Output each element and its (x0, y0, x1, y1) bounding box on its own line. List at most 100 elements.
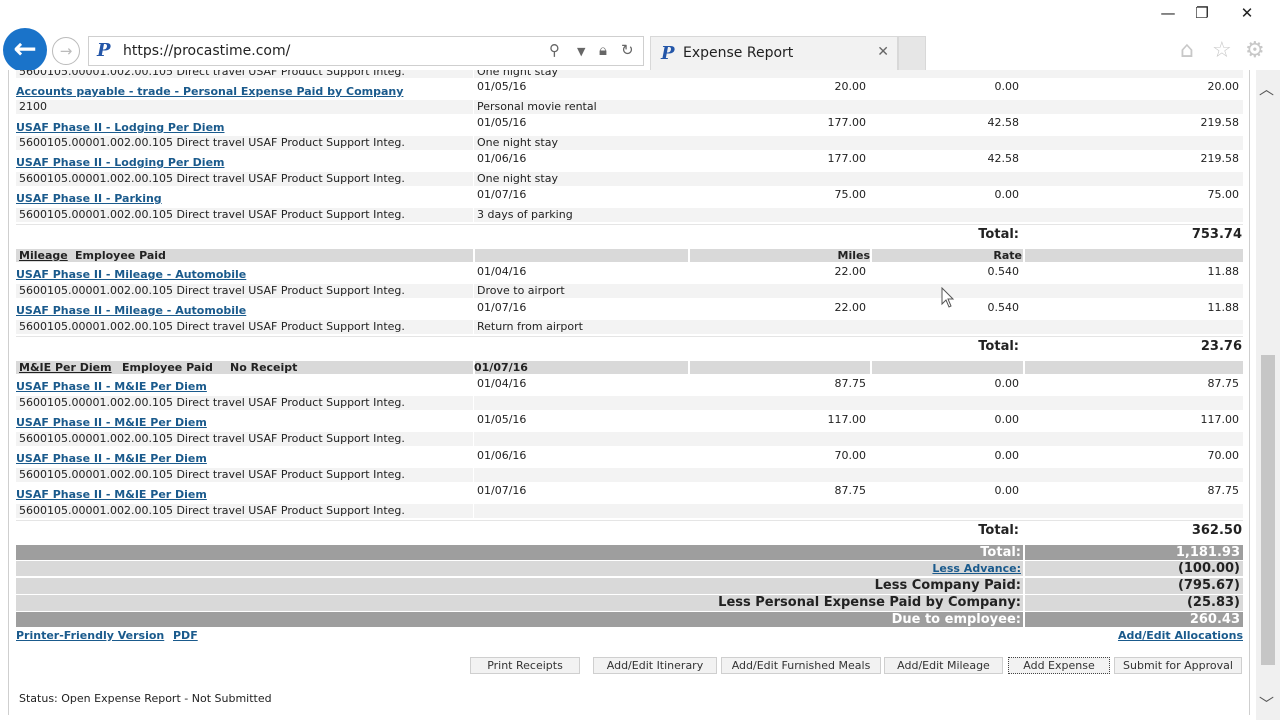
expense-tax: 0.00 (994, 449, 1020, 462)
expense-amount: 177.00 (827, 116, 867, 129)
summary-personal-row: Less Personal Expense Paid by Company: (… (16, 595, 1243, 611)
pdf-link[interactable]: PDF (173, 629, 198, 642)
section-payment-type: Employee Paid (75, 249, 166, 262)
printer-friendly-link[interactable]: Printer-Friendly Version (16, 629, 164, 642)
report-status-text: Status: Open Expense Report - Not Submit… (19, 692, 272, 705)
page-left-border (8, 70, 9, 715)
expense-amount: 87.75 (834, 484, 867, 497)
scroll-down-icon[interactable]: ﹀ (1259, 693, 1274, 714)
vertical-scrollbar[interactable]: ︿ ﹀ (1256, 70, 1280, 720)
section-receipt-status: No Receipt (230, 361, 298, 374)
total-value: 753.74 (1191, 227, 1242, 242)
table-row: 5600105.00001.002.00.105 Direct travel U… (16, 432, 1243, 446)
address-url[interactable]: https://procastime.com/ (123, 43, 290, 59)
print-receipts-button[interactable]: Print Receipts (470, 657, 580, 674)
add-edit-itinerary-button[interactable]: Add/Edit Itinerary (593, 657, 717, 674)
browser-chrome: — ❐ ✕ ← → P https://procastime.com/ ⚲ ▼ … (0, 0, 1280, 72)
section-payment-type: Employee Paid (122, 361, 213, 374)
expense-total: 11.88 (1207, 265, 1240, 278)
refresh-icon[interactable]: ↻ (621, 41, 634, 59)
expense-title-link[interactable]: USAF Phase II - Mileage - Automobile (16, 268, 246, 281)
maximize-icon[interactable]: ❐ (1189, 2, 1215, 24)
table-row: USAF Phase II - M&IE Per Diem 01/07/16 8… (16, 484, 1243, 503)
new-tab-button[interactable] (898, 36, 926, 70)
summary-due-row: Due to employee: 260.43 (16, 612, 1243, 627)
less-advance-link[interactable]: Less Advance: (932, 562, 1021, 575)
total-value: 362.50 (1191, 523, 1242, 538)
expense-title-link[interactable]: USAF Phase II - Mileage - Automobile (16, 304, 246, 317)
mileage-rate: 0.540 (987, 265, 1020, 278)
add-edit-mileage-button[interactable]: Add/Edit Mileage (884, 657, 1003, 674)
tab-title: Expense Report (683, 45, 794, 61)
forward-button[interactable]: → (52, 37, 80, 65)
list-item: 5600105.00001.002.00.105 Direct travel U… (16, 70, 1243, 78)
dropdown-arrow-icon[interactable]: ▼ (577, 45, 585, 58)
expense-title-link[interactable]: USAF Phase II - M&IE Per Diem (16, 452, 207, 465)
expense-tax: 0.00 (994, 188, 1020, 201)
expense-title-link[interactable]: USAF Phase II - M&IE Per Diem (16, 488, 207, 501)
table-row: USAF Phase II - Lodging Per Diem 01/06/1… (16, 152, 1243, 172)
expense-description: One night stay (477, 70, 558, 78)
add-edit-allocations-link[interactable]: Add/Edit Allocations (1118, 629, 1243, 642)
close-window-icon[interactable]: ✕ (1220, 2, 1274, 24)
expense-account: 5600105.00001.002.00.105 Direct travel U… (19, 432, 405, 445)
scroll-thumb[interactable] (1261, 355, 1275, 665)
expense-title-link[interactable]: USAF Phase II - Lodging Per Diem (16, 121, 225, 134)
expense-total: 117.00 (1200, 413, 1240, 426)
tab-close-icon[interactable]: ✕ (877, 44, 889, 60)
minimize-icon[interactable]: — (1155, 2, 1181, 24)
expense-account: 5600105.00001.002.00.105 Direct travel U… (19, 320, 405, 333)
expense-account: 5600105.00001.002.00.105 Direct travel U… (19, 504, 405, 517)
expense-description: One night stay (477, 136, 558, 149)
expense-date: 01/07/16 (477, 188, 527, 201)
lodging-total-row: Total: 753.74 (16, 224, 1243, 242)
expense-amount: 87.75 (834, 377, 867, 390)
expense-date: 01/05/16 (477, 413, 527, 426)
page-right-border (1249, 70, 1250, 715)
summary-company-paid-label: Less Company Paid: (874, 578, 1021, 593)
table-row: 5600105.00001.002.00.105 Direct travel U… (16, 208, 1243, 222)
expense-tax: 42.58 (987, 152, 1020, 165)
mileage-miles: 22.00 (834, 265, 867, 278)
scroll-up-icon[interactable]: ︿ (1259, 78, 1274, 99)
table-row: USAF Phase II - Mileage - Automobile 01/… (16, 265, 1243, 283)
expense-tax: 0.00 (994, 377, 1020, 390)
lock-icon[interactable]: 🔒︎ (599, 41, 607, 59)
expense-amount: 20.00 (834, 80, 867, 93)
expense-title-link[interactable]: USAF Phase II - Lodging Per Diem (16, 156, 225, 169)
add-edit-furnished-meals-button[interactable]: Add/Edit Furnished Meals (721, 657, 881, 674)
expense-title-link[interactable]: USAF Phase II - M&IE Per Diem (16, 380, 207, 393)
expense-account: 5600105.00001.002.00.105 Direct travel U… (19, 284, 405, 297)
submit-for-approval-button[interactable]: Submit for Approval (1114, 657, 1242, 674)
expense-title-link[interactable]: USAF Phase II - M&IE Per Diem (16, 416, 207, 429)
expense-date: 01/04/16 (477, 265, 527, 278)
expense-tax: 0.00 (994, 413, 1020, 426)
expense-total: 219.58 (1200, 116, 1240, 129)
table-row: 5600105.00001.002.00.105 Direct travel U… (16, 320, 1243, 334)
forward-arrow-icon: → (59, 42, 73, 60)
total-label: Total: (978, 339, 1019, 354)
search-icon[interactable]: ⚲ (549, 41, 560, 59)
expense-description: Personal movie rental (477, 100, 597, 113)
add-expense-button[interactable]: Add Expense (1008, 657, 1110, 674)
mie-total-row: Total: 362.50 (16, 520, 1243, 538)
tab-expense-report[interactable]: P Expense Report ✕ (650, 36, 898, 70)
back-button[interactable]: ← (3, 28, 47, 72)
summary-total-label: Total: (980, 545, 1021, 560)
settings-gear-icon[interactable]: ⚙ (1245, 38, 1265, 63)
expense-description: 3 days of parking (477, 208, 573, 221)
expense-account: 5600105.00001.002.00.105 Direct travel U… (19, 396, 405, 409)
home-icon[interactable]: ⌂ (1180, 38, 1194, 63)
mie-section-header: M&IE Per Diem Employee Paid No Receipt 0… (16, 361, 1243, 374)
expense-title-link[interactable]: USAF Phase II - Parking (16, 192, 162, 205)
expense-total: 219.58 (1200, 152, 1240, 165)
column-header-rate: Rate (993, 249, 1022, 262)
expense-amount: 75.00 (834, 188, 867, 201)
table-row: 5600105.00001.002.00.105 Direct travel U… (16, 136, 1243, 150)
favorites-star-icon[interactable]: ☆ (1212, 38, 1232, 63)
address-bar[interactable]: P https://procastime.com/ ⚲ ▼ 🔒︎ ↻ (88, 36, 644, 66)
summary-company-paid-row: Less Company Paid: (795.67) (16, 578, 1243, 594)
expense-title-link[interactable]: Accounts payable - trade - Personal Expe… (16, 85, 403, 98)
table-row: USAF Phase II - Mileage - Automobile 01/… (16, 301, 1243, 319)
expense-total: 70.00 (1207, 449, 1240, 462)
